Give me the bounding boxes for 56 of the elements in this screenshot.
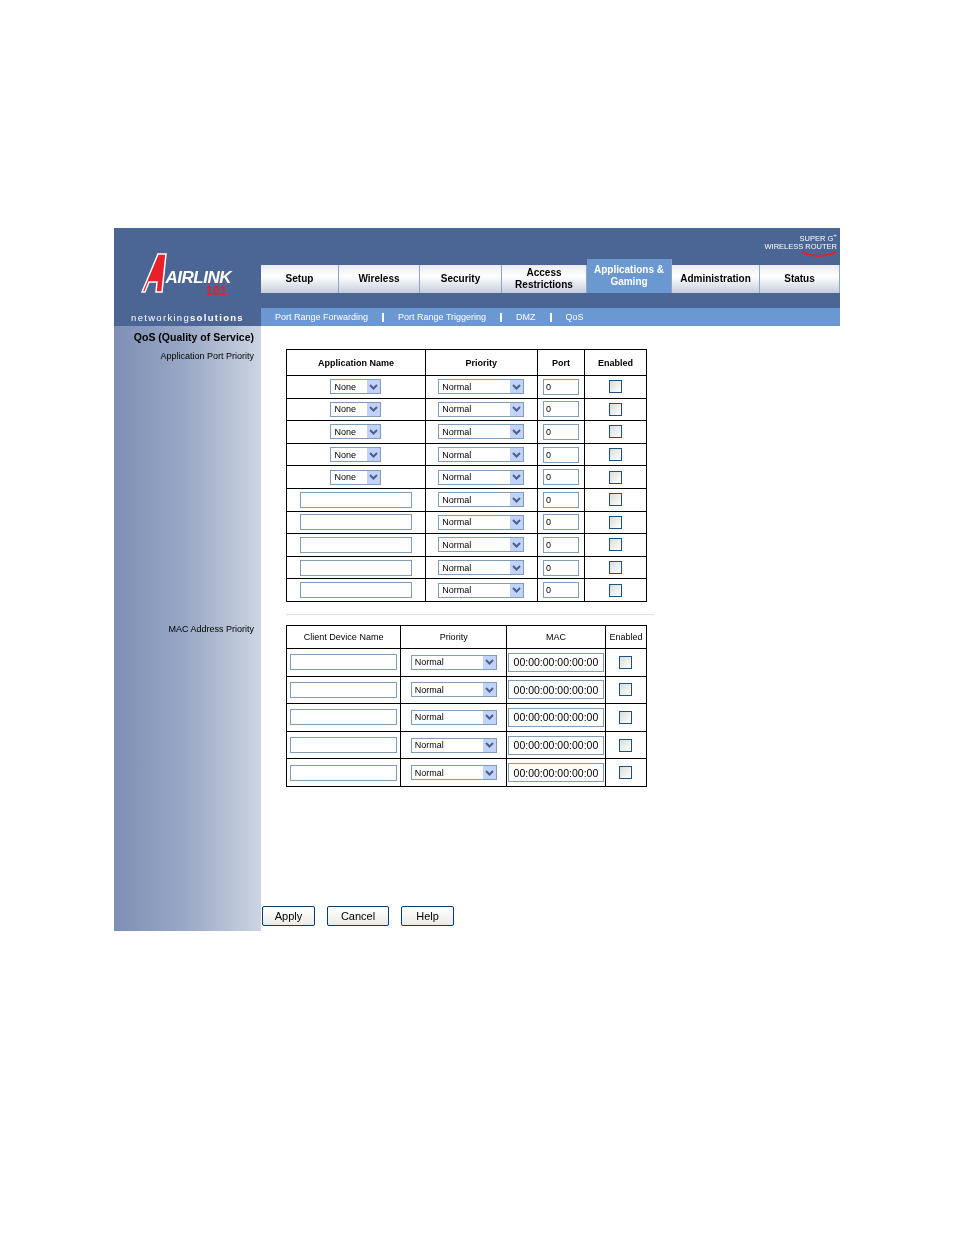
nav-tab[interactable]: Wireless	[339, 265, 420, 293]
dropdown[interactable]: Normal	[410, 682, 497, 698]
nav-tab[interactable]: Security	[420, 265, 502, 293]
dropdown[interactable]: Normal	[438, 401, 525, 417]
dropdown[interactable]: Normal	[438, 582, 525, 598]
action-button[interactable]: Cancel	[327, 906, 389, 926]
dropdown[interactable]: None	[330, 401, 382, 417]
dropdown[interactable]: Normal	[438, 560, 525, 576]
nav-tab[interactable]: Access Restrictions	[502, 265, 587, 293]
dropdown[interactable]: None	[330, 379, 382, 395]
column-header: MAC	[506, 625, 606, 649]
port-field[interactable]: 0	[542, 536, 579, 553]
nav-tab[interactable]: Administration	[672, 265, 760, 293]
port-field[interactable]: 0	[542, 491, 579, 508]
port-field[interactable]: 0	[542, 559, 579, 576]
dropdown[interactable]: Normal	[438, 469, 525, 485]
dropdown[interactable]: Normal	[438, 492, 525, 508]
section-title: QoS (Quality of Service)	[133, 331, 254, 343]
action-button[interactable]: Apply	[262, 906, 315, 926]
column-header: Port	[537, 349, 585, 376]
port-field[interactable]: 0	[542, 401, 579, 418]
logo-tagline: networkingsolutions	[131, 311, 244, 323]
port-field[interactable]: 0	[542, 446, 579, 463]
mac-field[interactable]: 00:00:00:00:00:00	[507, 735, 604, 755]
dropdown[interactable]: Normal	[410, 737, 497, 753]
section-label: Application Port Priority	[160, 351, 254, 361]
column-header: Enabled	[605, 625, 647, 649]
dropdown[interactable]: Normal	[410, 765, 497, 781]
column-header: Priority	[400, 625, 507, 649]
port-field[interactable]: 0	[542, 514, 579, 531]
column-header: Enabled	[584, 349, 647, 376]
dropdown[interactable]: Normal	[438, 447, 525, 463]
port-field[interactable]: 0	[542, 582, 579, 599]
dropdown[interactable]: None	[330, 447, 382, 463]
dropdown[interactable]: Normal	[410, 654, 497, 670]
mac-field[interactable]: 00:00:00:00:00:00	[507, 680, 604, 700]
dropdown[interactable]: None	[330, 469, 382, 485]
dropdown[interactable]: None	[330, 424, 382, 440]
section-label: MAC Address Priority	[168, 624, 254, 634]
dropdown[interactable]: Normal	[438, 537, 525, 553]
port-field[interactable]: 0	[542, 378, 579, 395]
mac-field[interactable]: 00:00:00:00:00:00	[507, 707, 604, 727]
mac-field[interactable]: 00:00:00:00:00:00	[507, 652, 604, 672]
port-field[interactable]: 0	[542, 424, 579, 440]
dropdown[interactable]: Normal	[438, 514, 525, 530]
dropdown[interactable]: Normal	[410, 709, 497, 725]
column-header: Application Name	[286, 349, 426, 376]
port-field[interactable]: 0	[542, 469, 579, 486]
nav-tab[interactable]: Status	[760, 265, 840, 293]
action-button[interactable]: Help	[401, 906, 454, 926]
mac-field[interactable]: 00:00:00:00:00:00	[507, 763, 604, 783]
dropdown[interactable]: Normal	[438, 379, 525, 395]
nav-tab[interactable]: Setup	[261, 265, 339, 293]
column-header: Priority	[425, 349, 538, 376]
column-header: Client Device Name	[286, 625, 401, 649]
dropdown[interactable]: Normal	[438, 424, 525, 440]
